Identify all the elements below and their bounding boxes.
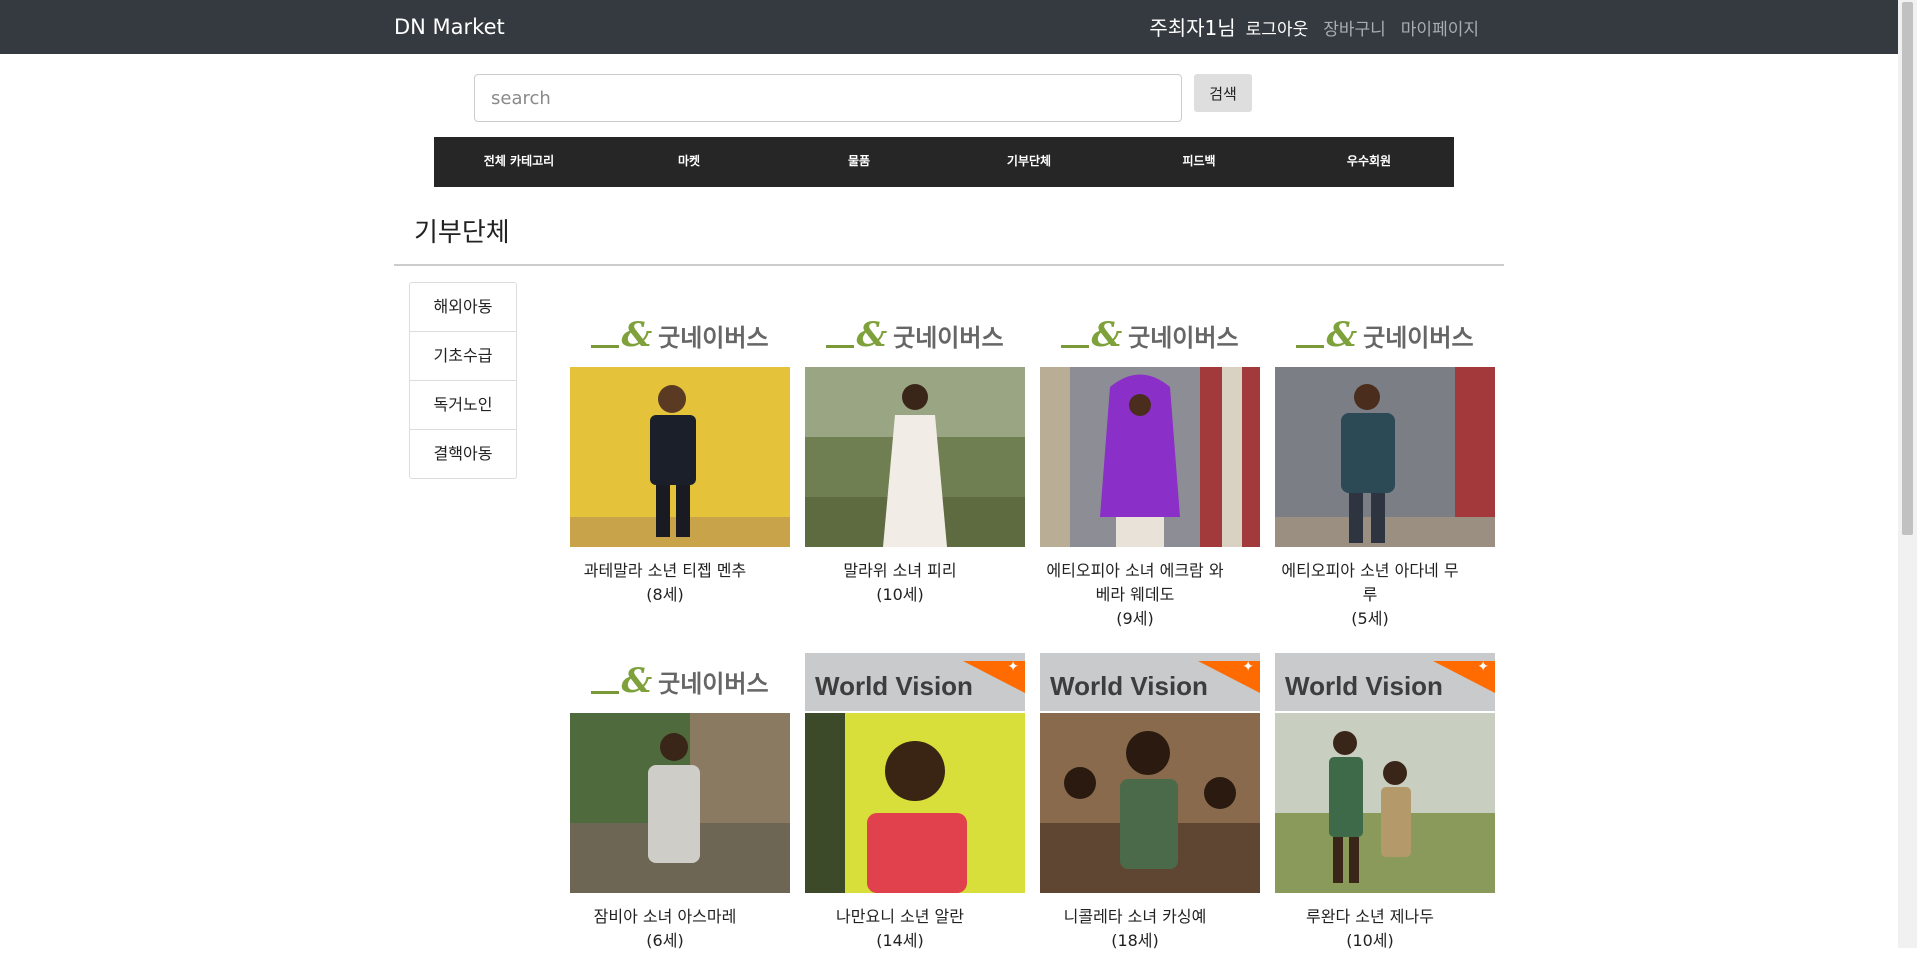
child-name: 루완다 소년 제나두	[1306, 907, 1434, 926]
sidebar-item-basic-livelihood[interactable]: 기초수급	[410, 332, 516, 381]
title-divider	[394, 264, 1504, 266]
user-greeting: 주최자1님	[1149, 16, 1236, 40]
category-nav: 전체 카테고리 마켓 물품 기부단체 피드백 우수회원	[434, 137, 1454, 187]
child-caption: 에티오피아 소녀 에크람 와베라 웨데도 (9세)	[1040, 559, 1230, 631]
child-caption: 말라위 소녀 피리 (10세)	[805, 559, 995, 607]
page-scrollbar[interactable]	[1898, 0, 1917, 948]
category-goods[interactable]: 물품	[774, 137, 944, 187]
sidebar-item-tb-children[interactable]: 결핵아동	[410, 430, 516, 478]
goodneighbors-logo: & 굿네이버스	[1040, 305, 1260, 365]
category-market[interactable]: 마켓	[604, 137, 774, 187]
worldvision-logo: World Vision ✦	[805, 653, 1025, 711]
worldvision-logo: World Vision ✦	[1040, 653, 1260, 711]
category-donation-orgs[interactable]: 기부단체	[944, 137, 1114, 187]
child-age: (10세)	[1346, 931, 1394, 950]
goodneighbors-logo: & 굿네이버스	[570, 651, 790, 711]
goodneighbors-logo: & 굿네이버스	[570, 305, 790, 365]
search-button[interactable]: 검색	[1194, 74, 1252, 112]
top-navbar: DN Market 주최자1님 로그아웃 장바구니 마이페이지	[0, 0, 1898, 54]
child-age: (10세)	[876, 585, 924, 604]
goodneighbors-logo: & 굿네이버스	[805, 305, 1025, 365]
child-card[interactable]: World Vision ✦ 루완다 소년 제나두 (10세)	[1275, 651, 1495, 950]
child-name: 과테말라 소년 티젭 멘추	[583, 561, 747, 580]
category-top-members[interactable]: 우수회원	[1284, 137, 1454, 187]
page-title: 기부단체	[414, 218, 510, 248]
child-name: 잠비아 소녀 아스마레	[593, 907, 737, 926]
child-photo[interactable]	[1040, 713, 1260, 893]
child-photo[interactable]	[1275, 713, 1495, 893]
sidebar-menu: 해외아동 기초수급 독거노인 결핵아동	[409, 282, 517, 479]
goodneighbors-logo: & 굿네이버스	[1275, 305, 1495, 365]
search-input[interactable]	[474, 74, 1182, 122]
child-age: (14세)	[876, 931, 924, 950]
child-name: 말라위 소녀 피리	[843, 561, 957, 580]
child-name: 니콜레타 소녀 카싱예	[1063, 907, 1207, 926]
child-photo[interactable]	[570, 367, 790, 547]
child-photo[interactable]	[1275, 367, 1495, 547]
child-age: (8세)	[646, 585, 684, 604]
child-photo[interactable]	[805, 367, 1025, 547]
child-name: 에티오피아 소녀 에크람 와베라 웨데도	[1046, 561, 1224, 604]
child-card[interactable]: World Vision ✦ 나만요니 소년 알란 (14세)	[805, 651, 1025, 950]
child-name: 나만요니 소년 알란	[836, 907, 964, 926]
child-age: (18세)	[1111, 931, 1159, 950]
child-age: (5세)	[1351, 609, 1389, 628]
child-caption: 과테말라 소년 티젭 멘추 (8세)	[570, 559, 760, 607]
child-photo[interactable]	[805, 713, 1025, 893]
child-card[interactable]: World Vision ✦ 니콜레타 소녀 카싱예 (18세)	[1040, 651, 1260, 950]
user-nav: 주최자1님 로그아웃 장바구니 마이페이지	[1149, 12, 1479, 41]
sidebar-item-elderly-alone[interactable]: 독거노인	[410, 381, 516, 430]
child-age: (9세)	[1116, 609, 1154, 628]
category-feedback[interactable]: 피드백	[1114, 137, 1284, 187]
cart-link[interactable]: 장바구니	[1323, 15, 1386, 40]
mypage-link[interactable]: 마이페이지	[1401, 15, 1479, 40]
child-caption: 니콜레타 소녀 카싱예 (18세)	[1040, 905, 1230, 953]
worldvision-logo: World Vision ✦	[1275, 653, 1495, 711]
brand-logo[interactable]: DN Market	[394, 15, 505, 39]
child-photo[interactable]	[570, 713, 790, 893]
child-caption: 잠비아 소녀 아스마레 (6세)	[570, 905, 760, 953]
child-caption: 루완다 소년 제나두 (10세)	[1275, 905, 1465, 953]
child-caption: 나만요니 소년 알란 (14세)	[805, 905, 995, 953]
sidebar-item-overseas-children[interactable]: 해외아동	[410, 283, 516, 332]
child-photo[interactable]	[1040, 367, 1260, 547]
logout-link[interactable]: 로그아웃	[1246, 15, 1309, 40]
category-all[interactable]: 전체 카테고리	[434, 137, 604, 187]
scrollbar-thumb[interactable]	[1902, 2, 1913, 535]
child-age: (6세)	[646, 931, 684, 950]
child-name: 에티오피아 소년 아다네 무루	[1281, 561, 1459, 604]
child-caption: 에티오피아 소년 아다네 무루 (5세)	[1275, 559, 1465, 631]
